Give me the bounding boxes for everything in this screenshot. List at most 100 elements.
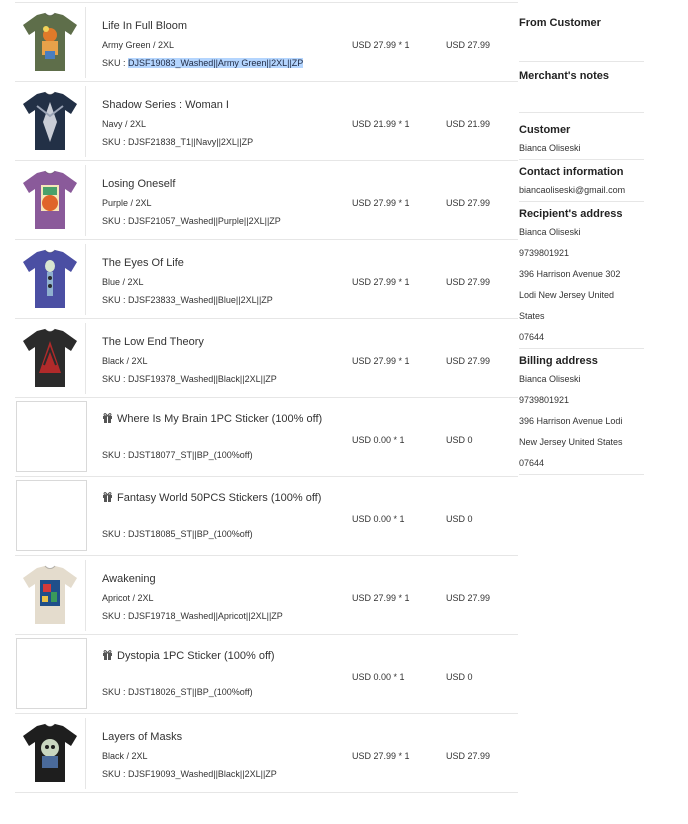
- line-item-row: Life In Full Bloom Army Green / 2XL SKU : …: [15, 3, 518, 82]
- product-variant: Blue / 2XL: [102, 277, 144, 287]
- product-name-text: Awakening: [102, 573, 156, 585]
- product-sku: SKU : DJST18077_ST||BP_(100%off): [102, 450, 253, 460]
- line-item-row: Shadow Series : Woman I Navy / 2XL SKU : D…: [15, 82, 518, 161]
- sku-label: SKU :: [102, 529, 129, 539]
- unit-price-quantity: USD 21.99 * 1: [352, 119, 410, 129]
- product-name-text: Where Is My Brain 1PC Sticker (100% off): [117, 413, 323, 425]
- product-sku: SKU : DJSF19718_Washed||Apricot||2XL||ZP: [102, 611, 283, 621]
- recipient-address-line: States: [519, 311, 545, 321]
- gift-icon: [103, 413, 112, 423]
- billing-address-line: 07644: [519, 458, 545, 468]
- line-total: USD 27.99: [446, 198, 491, 208]
- sticker-image-placeholder[interactable]: [16, 638, 87, 709]
- line-total: USD 0: [446, 514, 473, 524]
- product-name-text: Layers of Masks: [102, 731, 183, 743]
- tshirt-image: [23, 328, 77, 387]
- sku-label: SKU :: [102, 137, 129, 147]
- product-image[interactable]: [15, 718, 86, 789]
- sticker-image-placeholder[interactable]: [16, 480, 87, 551]
- product-sku: SKU : DJSF19083_Washed||Army Green||2XL|…: [102, 58, 304, 68]
- product-name[interactable]: Fantasy World 50PCS Stickers (100% off): [102, 491, 321, 504]
- product-image[interactable]: [15, 560, 86, 631]
- sticker-image-placeholder[interactable]: [16, 401, 87, 472]
- sku-label: SKU :: [102, 769, 129, 779]
- product-name[interactable]: Losing Oneself: [102, 178, 175, 190]
- product-name-text: Life In Full Bloom: [102, 20, 187, 32]
- product-sku: SKU : DJST18026_ST||BP_(100%off): [102, 687, 253, 697]
- tshirt-image: [23, 565, 77, 624]
- line-total: USD 27.99: [446, 277, 491, 287]
- sku-label: SKU :: [102, 374, 129, 384]
- line-item-row: Layers of Masks Black / 2XL SKU : DJSF1909…: [15, 714, 518, 793]
- unit-price-quantity: USD 0.00 * 1: [352, 672, 405, 682]
- sku-label: SKU :: [102, 58, 129, 68]
- recipient-address-line: 9739801921: [519, 248, 570, 258]
- unit-price-quantity: USD 0.00 * 1: [352, 514, 405, 524]
- sku-value[interactable]: DJSF19083_Washed||Army Green||2XL||ZP: [128, 58, 304, 68]
- line-item-row: Where Is My Brain 1PC Sticker (100% off)…: [15, 398, 518, 477]
- sku-value[interactable]: DJSF19093_Washed||Black||2XL||ZP: [128, 769, 277, 779]
- product-name[interactable]: Shadow Series : Woman I: [102, 99, 229, 111]
- line-item-row: The Low End Theory Black / 2XL SKU : DJSF1…: [15, 319, 518, 398]
- divider: [519, 29, 644, 62]
- print-artwork: [40, 580, 60, 606]
- sku-value[interactable]: DJSF21838_T1||Navy||2XL||ZP: [128, 137, 253, 147]
- tshirt-image: [23, 91, 77, 150]
- sku-value[interactable]: DJSF19718_Washed||Apricot||2XL||ZP: [128, 611, 283, 621]
- line-total: USD 27.99: [446, 356, 491, 366]
- product-name[interactable]: Life In Full Bloom: [102, 20, 187, 32]
- product-name[interactable]: The Eyes Of Life: [102, 257, 184, 269]
- sku-value[interactable]: DJST18085_ST||BP_(100%off): [128, 529, 253, 539]
- product-image[interactable]: [15, 244, 86, 315]
- billing-address-title: Billing address: [519, 355, 598, 367]
- line-item-row: Losing Oneself Purple / 2XL SKU : DJSF2105…: [15, 161, 518, 240]
- gift-icon: [103, 492, 112, 502]
- product-name[interactable]: Dystopia 1PC Sticker (100% off): [102, 649, 275, 662]
- product-name-text: Losing Oneself: [102, 178, 176, 190]
- sku-value[interactable]: DJSF19378_Washed||Black||2XL||ZP: [128, 374, 277, 384]
- product-variant: Apricot / 2XL: [102, 593, 154, 603]
- product-name-text: The Eyes Of Life: [102, 257, 184, 269]
- unit-price-quantity: USD 27.99 * 1: [352, 593, 410, 603]
- billing-address-line: Bianca Oliseski: [519, 374, 581, 384]
- tshirt-image: [23, 170, 77, 229]
- customer-name[interactable]: Bianca Oliseski: [519, 138, 644, 160]
- sku-value[interactable]: DJSF21057_Washed||Purple||2XL||ZP: [128, 216, 281, 226]
- product-image[interactable]: [15, 323, 86, 394]
- sku-value[interactable]: DJST18077_ST||BP_(100%off): [128, 450, 253, 460]
- tshirt-image: [23, 249, 77, 308]
- sku-value[interactable]: DJSF23833_Washed||Blue||2XL||ZP: [128, 295, 273, 305]
- product-name[interactable]: The Low End Theory: [102, 336, 204, 348]
- product-name[interactable]: Where Is My Brain 1PC Sticker (100% off): [102, 412, 322, 425]
- product-sku: SKU : DJST18085_ST||BP_(100%off): [102, 529, 253, 539]
- recipient-address-line: 396 Harrison Avenue 302: [519, 269, 621, 279]
- product-image[interactable]: [15, 7, 86, 78]
- product-variant: Black / 2XL: [102, 751, 148, 761]
- product-name[interactable]: Awakening: [102, 573, 156, 585]
- product-sku: SKU : DJSF19378_Washed||Black||2XL||ZP: [102, 374, 277, 384]
- product-variant: Navy / 2XL: [102, 119, 147, 129]
- print-artwork: [41, 185, 59, 211]
- gift-icon: [103, 650, 112, 660]
- product-name[interactable]: Layers of Masks: [102, 731, 182, 743]
- from-customer-title: From Customer: [519, 17, 601, 29]
- order-items-list: Life In Full Bloom Army Green / 2XL SKU : …: [15, 2, 518, 793]
- product-name-text: The Low End Theory: [102, 336, 204, 348]
- product-variant: Purple / 2XL: [102, 198, 152, 208]
- sku-value[interactable]: DJST18026_ST||BP_(100%off): [128, 687, 253, 697]
- billing-address-line: 9739801921: [519, 395, 570, 405]
- line-item-row: Dystopia 1PC Sticker (100% off) SKU : DJS…: [15, 635, 518, 714]
- product-variant: Black / 2XL: [102, 356, 148, 366]
- product-image[interactable]: [15, 86, 86, 157]
- unit-price-quantity: USD 27.99 * 1: [352, 751, 410, 761]
- recipient-address-line: Lodi New Jersey United: [519, 290, 615, 300]
- product-sku: SKU : DJSF23833_Washed||Blue||2XL||ZP: [102, 295, 273, 305]
- line-total: USD 27.99: [446, 593, 491, 603]
- unit-price-quantity: USD 27.99 * 1: [352, 198, 410, 208]
- product-image[interactable]: [15, 165, 86, 236]
- tshirt-image: [23, 723, 77, 782]
- contact-email[interactable]: biancaoliseski@gmail.com: [519, 180, 644, 202]
- unit-price-quantity: USD 27.99 * 1: [352, 277, 410, 287]
- sku-label: SKU :: [102, 687, 129, 697]
- product-sku: SKU : DJSF21838_T1||Navy||2XL||ZP: [102, 137, 253, 147]
